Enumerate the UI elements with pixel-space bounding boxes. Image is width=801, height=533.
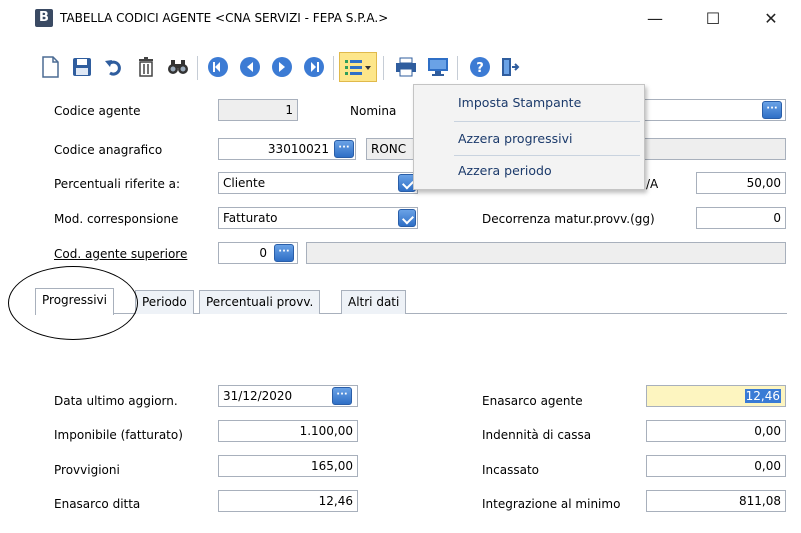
- provvigioni-label: Provvigioni: [54, 463, 120, 477]
- chevron-down-icon[interactable]: [398, 209, 416, 227]
- percentuali-select[interactable]: Cliente: [218, 172, 418, 194]
- window-title: TABELLA CODICI AGENTE <CNA SERVIZI - FEP…: [60, 11, 389, 25]
- integrazione-label: Integrazione al minimo: [482, 497, 621, 511]
- agente-superiore-name-field: [306, 242, 786, 264]
- exit-icon[interactable]: [495, 52, 525, 82]
- decorrenza-field[interactable]: 0: [696, 207, 786, 229]
- menu-item-azzera-periodo[interactable]: Azzera periodo: [458, 163, 552, 178]
- preview-icon[interactable]: [423, 52, 453, 82]
- annotation-circle: [8, 266, 138, 340]
- enasarco-ditta-label: Enasarco ditta: [54, 497, 141, 511]
- menu-separator: [454, 121, 640, 122]
- print-icon[interactable]: [391, 52, 421, 82]
- data-aggiornamento-label: Data ultimo aggiorn.: [54, 394, 178, 408]
- codice-agente-label: Codice agente: [54, 104, 141, 118]
- indennita-field[interactable]: 0,00: [646, 420, 786, 442]
- find-icon[interactable]: [163, 52, 193, 82]
- delete-icon[interactable]: [131, 52, 161, 82]
- menu-item-imposta-stampante[interactable]: Imposta Stampante: [458, 95, 581, 110]
- title-bar: B TABELLA CODICI AGENTE <CNA SERVIZI - F…: [0, 0, 801, 38]
- percentuali-label: Percentuali riferite a:: [54, 177, 181, 191]
- last-record-icon[interactable]: [299, 52, 329, 82]
- nominativo-label: Nomina: [350, 104, 397, 118]
- mod-corresp-select[interactable]: Fatturato: [218, 207, 418, 229]
- app-logo-icon: B: [35, 9, 53, 27]
- minimize-button[interactable]: —: [632, 6, 678, 32]
- menu-item-azzera-progressivi[interactable]: Azzera progressivi: [458, 131, 572, 146]
- mod-corresp-label: Mod. corresponsione: [54, 212, 179, 226]
- help-icon[interactable]: ?: [465, 52, 495, 82]
- toolbar-separator: [197, 56, 198, 80]
- indennita-label: Indennità di cassa: [482, 428, 592, 442]
- iva-label: /A: [646, 177, 659, 191]
- toolbar-separator: [383, 56, 384, 80]
- next-record-icon[interactable]: [267, 52, 297, 82]
- incassato-field[interactable]: 0,00: [646, 455, 786, 477]
- new-document-icon[interactable]: [35, 52, 65, 82]
- undo-icon[interactable]: [99, 52, 129, 82]
- save-icon[interactable]: [67, 52, 97, 82]
- enasarco-ditta-field[interactable]: 12,46: [218, 490, 358, 512]
- imponibile-label: Imponibile (fatturato): [54, 428, 183, 442]
- provvigioni-field[interactable]: 165,00: [218, 455, 358, 477]
- tab-percentuali-provv[interactable]: Percentuali provv.: [199, 290, 321, 314]
- codice-anagrafico-label: Codice anagrafico: [54, 143, 163, 157]
- incassato-label: Incassato: [482, 463, 539, 477]
- integrazione-field[interactable]: 811,08: [646, 490, 786, 512]
- enasarco-agente-label: Enasarco agente: [482, 394, 583, 408]
- toolbar-separator: [333, 56, 334, 80]
- menu-separator: [454, 155, 640, 156]
- options-dropdown-menu: Imposta Stampante Azzera progressivi Azz…: [413, 84, 645, 190]
- close-button[interactable]: ✕: [748, 6, 794, 32]
- decorrenza-label: Decorrenza matur.provv.(gg): [482, 212, 655, 226]
- iva-percent-field[interactable]: 50,00: [696, 172, 786, 194]
- tab-periodo[interactable]: Periodo: [135, 290, 194, 314]
- svg-text:?: ?: [476, 61, 484, 76]
- tab-altri-dati[interactable]: Altri dati: [341, 290, 407, 314]
- codice-agente-field[interactable]: 1: [218, 99, 298, 121]
- codice-anagrafico-lookup-button[interactable]: ···: [334, 140, 354, 158]
- tab-strip: Progressivi Periodo Percentuali provv. A…: [35, 288, 787, 315]
- calendar-picker-button[interactable]: ···: [332, 387, 352, 405]
- selected-text: 12,46: [744, 389, 781, 403]
- options-menu-icon[interactable]: [339, 52, 377, 82]
- cod-agente-superiore-lookup-button[interactable]: ···: [274, 244, 294, 262]
- first-record-icon[interactable]: [203, 52, 233, 82]
- maximize-button[interactable]: ☐: [690, 6, 736, 32]
- nominativo-lookup-button[interactable]: ···: [762, 101, 782, 119]
- toolbar-separator: [457, 56, 458, 80]
- prev-record-icon[interactable]: [235, 52, 265, 82]
- cod-agente-superiore-link[interactable]: Cod. agente superiore: [54, 247, 187, 261]
- imponibile-field[interactable]: 1.100,00: [218, 420, 358, 442]
- enasarco-agente-field[interactable]: 12,46: [646, 385, 786, 407]
- toolbar: ?: [35, 50, 787, 86]
